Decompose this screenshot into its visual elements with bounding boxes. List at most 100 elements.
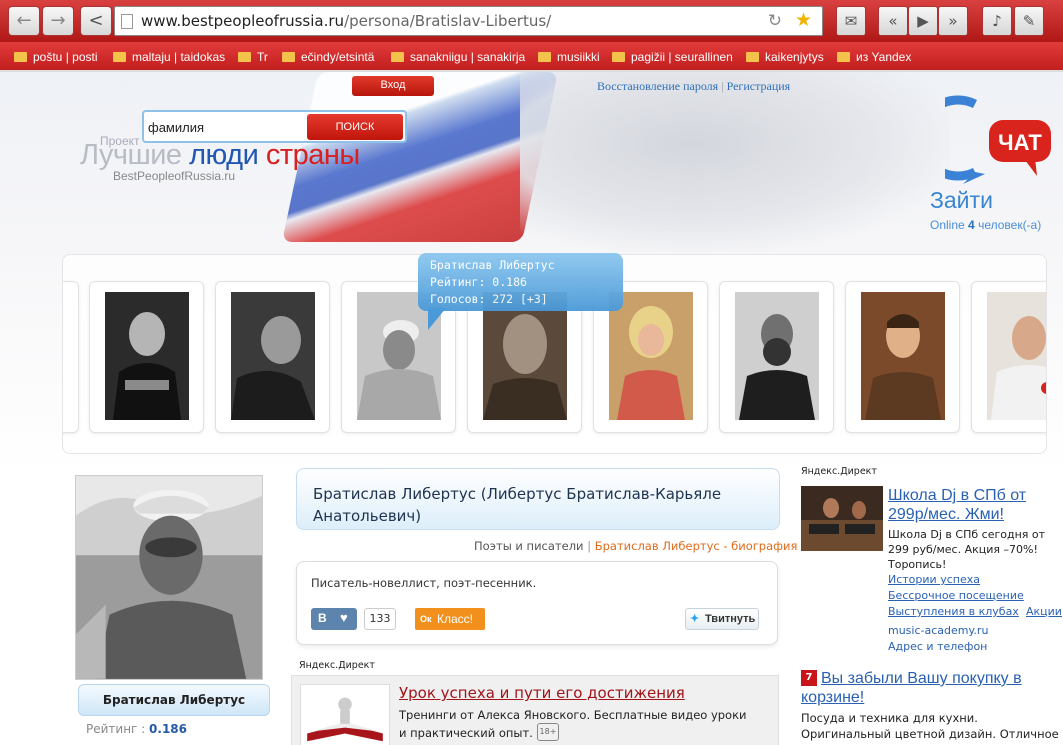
ad-right2-title[interactable]: Вы забыли Вашу покупку в корзине! xyxy=(801,670,1022,706)
folder-icon xyxy=(391,52,404,62)
play-icon[interactable]: ▶ xyxy=(908,6,938,36)
chat-bubbles-icon[interactable]: ✎ xyxy=(1014,6,1044,36)
person-card[interactable] xyxy=(89,281,204,433)
person-title: Братислав Либертус (Либертус Братислав-К… xyxy=(313,485,722,525)
bookmark-item[interactable]: musiikki xyxy=(538,50,600,64)
yandex-direct-label[interactable]: Яндекс.Директ xyxy=(299,660,375,671)
share-icon[interactable]: < xyxy=(80,6,112,36)
forward-arrow-icon[interactable]: → xyxy=(42,6,74,36)
address-bar[interactable]: www.bestpeopleofrussia.ru/persona/Bratis… xyxy=(114,6,823,36)
person-card[interactable] xyxy=(63,281,79,433)
heart-icon: ♥ xyxy=(340,610,348,625)
ad-block-main[interactable]: Урок успеха и пути его достижения Тренин… xyxy=(291,675,779,745)
person-photo xyxy=(105,292,189,420)
biography-link[interactable]: Братислав Либертус - биография xyxy=(595,539,798,553)
ad-right1-link[interactable]: Акции xyxy=(1026,605,1062,618)
back-arrow-icon[interactable]: ← xyxy=(8,6,40,36)
ad-right1-title[interactable]: Школа Dj в СПб от 299р/мес. Жми! xyxy=(888,486,1058,524)
url-path: /persona/Bratislav-Libertus/ xyxy=(344,12,552,30)
bookmark-item[interactable]: maltaju | taidokas xyxy=(113,50,225,64)
ad-right2-text: Посуда и техника для кухни. Оригинальный… xyxy=(801,711,1059,745)
web-page: Вход Восстановление пароля | Регистрация… xyxy=(0,72,1063,745)
fast-forward-icon[interactable]: » xyxy=(938,6,968,36)
odnoklassniki-class-button[interactable]: Ок Класс! xyxy=(415,608,485,630)
ad-right2-title-box[interactable]: Вы забыли Вашу покупку в корзине! xyxy=(801,669,1056,707)
search-button[interactable]: ПОИСК xyxy=(307,114,403,140)
twitter-bird-icon: ✦ xyxy=(690,613,700,625)
ad-main-title[interactable]: Урок успеха и пути его достижения xyxy=(399,684,685,702)
vk-like-button[interactable]: В ♥ xyxy=(311,608,357,630)
bookmark-star-icon[interactable]: ★ xyxy=(795,9,812,31)
ad-main-body: Тренинги от Алекса Яновского. Бесплатные… xyxy=(399,708,747,740)
profile-rating: Рейтинг : 0.186 xyxy=(86,722,187,736)
music-note-icon[interactable]: ♪ xyxy=(982,6,1012,36)
person-title-box: Братислав Либертус (Либертус Братислав-К… xyxy=(296,468,780,530)
ok-label: Класс! xyxy=(437,612,473,626)
reload-icon[interactable]: ↻ xyxy=(768,11,782,31)
tweet-button[interactable]: ✦ Твитнуть xyxy=(685,608,759,630)
ad-right1-link[interactable]: Бессрочное посещение xyxy=(888,589,1024,602)
person-description: Писатель-новеллист, поэт-песенник. xyxy=(311,576,537,590)
bookmark-item[interactable]: kaikenjytys xyxy=(746,50,824,64)
tooltip-name: Братислав Либертус xyxy=(430,258,555,272)
tooltip-pointer xyxy=(428,308,446,330)
person-photo xyxy=(735,292,819,420)
map-background xyxy=(520,72,950,252)
bookmark-label: из Yandex xyxy=(856,50,912,64)
bookmark-item[interactable]: sanakniigu | sanakirja xyxy=(391,50,525,64)
register-link[interactable]: Регистрация xyxy=(727,79,791,93)
person-card[interactable] xyxy=(971,281,1046,433)
person-photo xyxy=(987,292,1046,420)
recover-password-link[interactable]: Восстановление пароля xyxy=(597,79,718,93)
breadcrumb-separator: | xyxy=(587,539,592,553)
bookmark-label: pagižii | seurallinen xyxy=(631,50,733,64)
category-link[interactable]: Поэты и писатели xyxy=(474,539,584,553)
ad-book-image xyxy=(300,684,390,745)
bookmark-label: poštu | posti xyxy=(33,50,98,64)
folder-icon xyxy=(746,52,759,62)
yandex-direct-label[interactable]: Яндекс.Директ xyxy=(801,466,877,477)
logo-word-best: Лучшие xyxy=(80,139,182,171)
person-card[interactable] xyxy=(215,281,330,433)
folder-icon xyxy=(837,52,850,62)
bookmark-item[interactable]: из Yandex xyxy=(837,50,911,64)
mail-icon[interactable]: ✉ xyxy=(836,6,866,36)
odnoklassniki-icon: Ок xyxy=(420,614,432,624)
chat-login-link[interactable]: Зайти xyxy=(930,187,993,214)
rating-label: Рейтинг : xyxy=(86,722,146,736)
ad-right1-domain[interactable]: music-academy.ru xyxy=(888,624,988,637)
chat-logo-icon[interactable]: ЧАТ xyxy=(945,92,1055,187)
logo-word-country: страны xyxy=(265,139,360,171)
online-counter: Online 4 человек(-а) xyxy=(930,218,1041,232)
browser-toolbar: ← → < www.bestpeopleofrussia.ru/persona/… xyxy=(0,0,1063,42)
ad-right1-address[interactable]: Адрес и телефон xyxy=(888,640,987,653)
bookmark-item[interactable]: poštu | posti xyxy=(14,50,98,64)
bookmark-item[interactable]: pagižii | seurallinen xyxy=(612,50,733,64)
url-text[interactable]: www.bestpeopleofrussia.ru/persona/Bratis… xyxy=(141,12,551,30)
profile-name-button[interactable]: Братислав Либертус xyxy=(78,684,270,716)
ad-right1-link[interactable]: Истории успеха xyxy=(888,573,980,586)
person-card[interactable] xyxy=(845,281,960,433)
breadcrumb: Поэты и писатели | Братислав Либертус - … xyxy=(474,539,797,553)
search-input[interactable] xyxy=(148,117,308,137)
person-card[interactable] xyxy=(719,281,834,433)
ad-right1-text: Школа Dj в СПб сегодня от 299 руб/мес. А… xyxy=(888,528,1046,571)
ad-dj-image[interactable] xyxy=(801,486,883,551)
folder-icon xyxy=(14,52,27,62)
person-photo xyxy=(231,292,315,420)
ad-right1-link[interactable]: Выступления в клубах xyxy=(888,605,1019,618)
folder-icon xyxy=(612,52,625,62)
site-logo[interactable]: Лучшие люди страны xyxy=(80,139,360,172)
bookmark-item[interactable]: ečindy/etsintä xyxy=(282,50,374,64)
profile-photo xyxy=(75,475,263,680)
page-icon xyxy=(121,14,133,29)
bookmark-label: ečindy/etsintä xyxy=(301,50,375,64)
rewind-icon[interactable]: « xyxy=(878,6,908,36)
person-photo xyxy=(861,292,945,420)
vk-icon: В xyxy=(318,611,327,625)
rating-value: 0.186 xyxy=(149,722,188,736)
bookmark-item[interactable]: Tr xyxy=(238,50,268,64)
folder-icon xyxy=(238,52,251,62)
login-button[interactable]: Вход xyxy=(352,76,434,96)
bookmark-label: kaikenjytys xyxy=(765,50,824,64)
